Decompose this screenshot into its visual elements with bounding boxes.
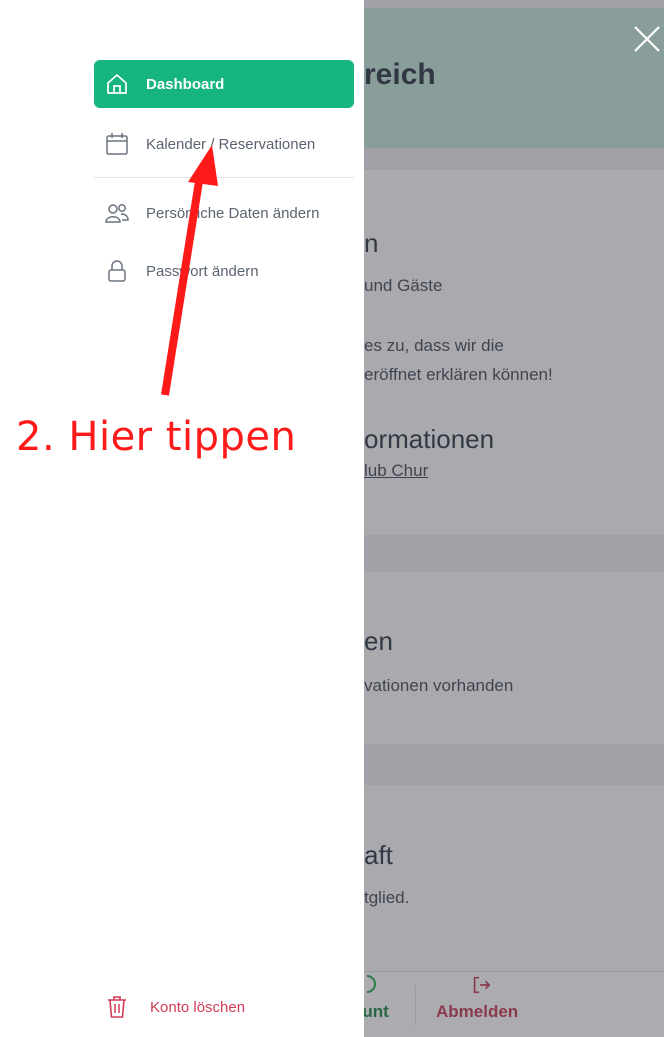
close-icon[interactable] [632, 24, 662, 54]
calendar-icon [106, 133, 128, 155]
sidebar-item-label: Dashboard [146, 75, 225, 93]
users-icon [105, 204, 129, 223]
delete-account-button[interactable]: Konto löschen [104, 994, 245, 1020]
sidebar-item-dashboard[interactable]: Dashboard [94, 60, 354, 108]
sidebar-item-label: Kalender / Reservationen [146, 135, 316, 153]
annotation-text: 2. Hier tippen [16, 414, 297, 460]
sidebar-item-calendar[interactable]: Kalender / Reservationen [94, 120, 354, 168]
delete-account-label: Konto löschen [150, 998, 246, 1016]
sidebar-item-label: Persönliche Daten ändern [146, 204, 320, 222]
home-icon [107, 74, 127, 94]
lock-icon [108, 260, 126, 282]
trash-icon [108, 996, 126, 1018]
sidebar-item-personal-data[interactable]: Persönliche Daten ändern [94, 189, 354, 237]
sidebar-item-password[interactable]: Passwort ändern [94, 247, 354, 295]
sidebar-divider [94, 177, 354, 178]
sidebar-item-label: Passwort ändern [146, 262, 259, 280]
side-drawer: Dashboard Kalender / Reservationen Persö… [0, 0, 364, 1037]
